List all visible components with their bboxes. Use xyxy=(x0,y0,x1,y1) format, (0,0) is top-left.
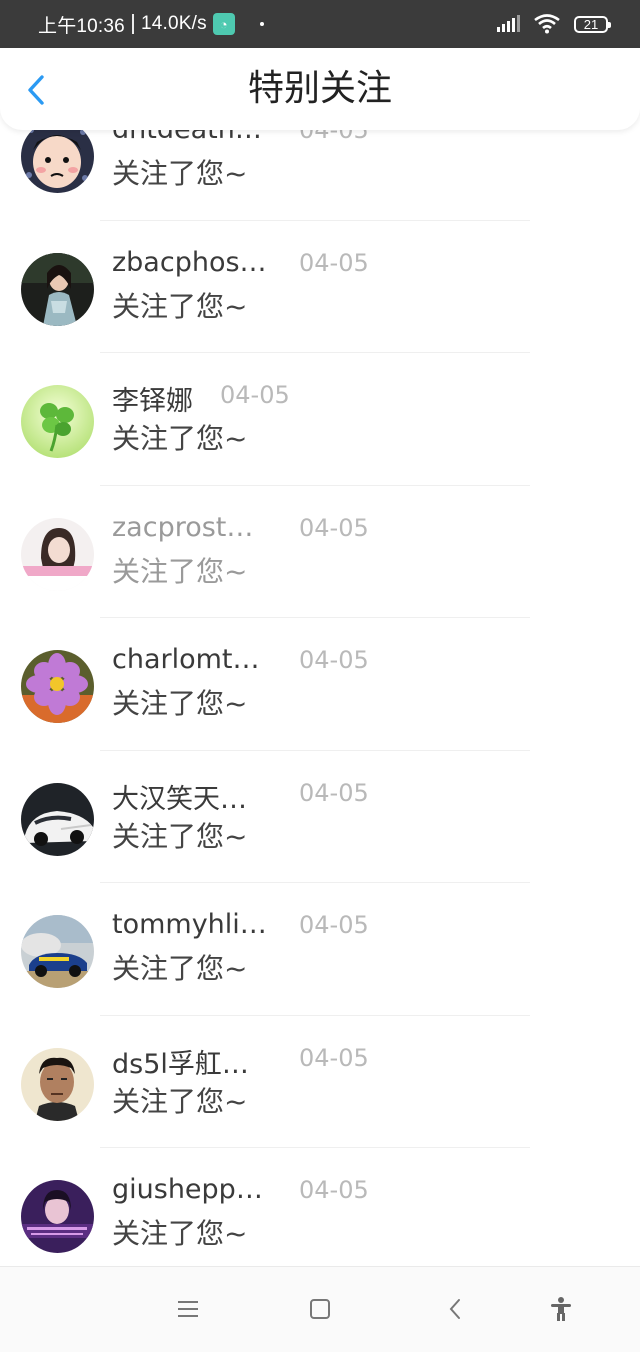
user-name: giushepp… xyxy=(112,1174,263,1205)
date: 04-05 xyxy=(299,248,369,277)
status-right: 21 xyxy=(496,0,611,48)
header: 特别关注 xyxy=(0,48,640,130)
date: 04-05 xyxy=(299,1176,369,1204)
list-item[interactable]: giushepp… 04-05 关注了您~ xyxy=(0,1148,640,1266)
message: 关注了您~ xyxy=(112,422,248,455)
list-item[interactable]: zbacphos… 04-05 关注了您~ xyxy=(0,221,640,353)
status-bar: 上午10:36 14.0K/s ◔ 21 xyxy=(0,0,640,48)
status-left: 上午10:36 14.0K/s ◔ xyxy=(38,0,264,48)
list-item[interactable]: dntdeath… 04-05 关注了您~ xyxy=(0,120,640,221)
message: 关注了您~ xyxy=(112,819,248,853)
menu-icon[interactable] xyxy=(168,1289,208,1329)
message: 关注了您~ xyxy=(112,157,248,190)
date: 04-05 xyxy=(220,381,290,409)
message: 关注了您~ xyxy=(112,289,248,323)
date: 04-05 xyxy=(299,513,369,542)
network-speed: 14.0K/s xyxy=(140,13,207,34)
wifi-icon xyxy=(534,14,560,34)
avatar[interactable] xyxy=(21,1047,94,1121)
avatar[interactable] xyxy=(21,650,94,723)
avatar[interactable] xyxy=(21,915,94,988)
user-name: 李铎娜 xyxy=(112,386,193,417)
date: 04-05 xyxy=(299,1043,369,1072)
user-name: ds5l孚舡… xyxy=(112,1048,249,1080)
app-notification-icon: ◔ xyxy=(212,13,235,35)
message: 关注了您~ xyxy=(112,554,248,588)
avatar[interactable] xyxy=(21,1180,94,1253)
user-name: zacprost… xyxy=(112,511,254,543)
user-name: zbacphos… xyxy=(112,246,267,278)
message: 关注了您~ xyxy=(112,1217,248,1250)
status-time: 上午10:36 xyxy=(38,15,125,37)
avatar[interactable] xyxy=(21,385,94,458)
list-item[interactable]: tommyhli… 04-05 关注了您~ xyxy=(0,883,640,1016)
navigation-bar xyxy=(0,1266,640,1352)
avatar[interactable] xyxy=(21,120,94,193)
battery-level: 21 xyxy=(583,16,599,32)
signal-icon xyxy=(497,15,520,32)
home-icon[interactable] xyxy=(300,1289,340,1329)
more-notifications-dot xyxy=(259,22,264,26)
battery-icon: 21 xyxy=(574,15,611,33)
follow-list[interactable]: dntdeath… 04-05 关注了您~ zbacphos… 04-05 关注… xyxy=(0,120,640,1266)
page-title: 特别关注 xyxy=(247,68,392,109)
avatar[interactable] xyxy=(21,252,94,326)
date: 04-05 xyxy=(299,911,369,939)
message: 关注了您~ xyxy=(112,687,248,720)
user-name: charlomt… xyxy=(112,644,260,675)
list-item[interactable]: ds5l孚舡… 04-05 关注了您~ xyxy=(0,1016,640,1148)
list-item[interactable]: 大汉笑天… 04-05 关注了您~ xyxy=(0,751,640,883)
user-name: tommyhli… xyxy=(112,909,267,940)
list-item[interactable]: zacprost… 04-05 关注了您~ xyxy=(0,486,640,618)
avatar[interactable] xyxy=(21,517,94,591)
list-item[interactable]: charlomt… 04-05 关注了您~ xyxy=(0,618,640,751)
status-separator xyxy=(131,14,134,34)
list-item[interactable]: 李铎娜 04-05 关注了您~ xyxy=(0,353,640,486)
message: 关注了您~ xyxy=(112,1084,248,1118)
date: 04-05 xyxy=(299,646,369,674)
back-icon[interactable] xyxy=(435,1289,475,1329)
date: 04-05 xyxy=(299,778,369,807)
avatar[interactable] xyxy=(21,782,94,856)
message: 关注了您~ xyxy=(112,952,248,985)
accessibility-icon[interactable] xyxy=(541,1289,581,1329)
user-name: 大汉笑天… xyxy=(112,783,247,815)
